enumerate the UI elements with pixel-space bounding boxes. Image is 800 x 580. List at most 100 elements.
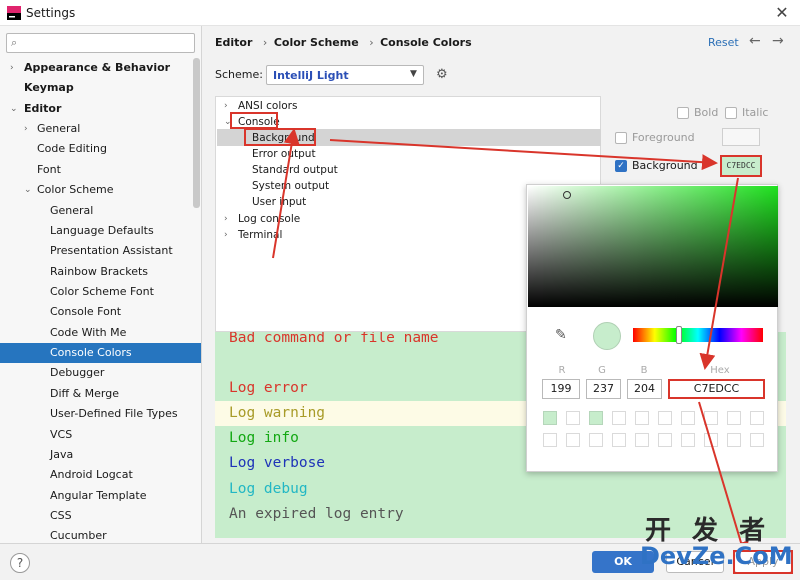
help-icon[interactable]: ? bbox=[10, 553, 30, 573]
sidebar-item[interactable]: › General bbox=[0, 119, 201, 139]
sidebar-item-label: Language Defaults bbox=[50, 224, 154, 237]
recent-color-swatch[interactable] bbox=[543, 433, 557, 447]
sidebar-item[interactable]: Code With Me bbox=[0, 323, 201, 343]
forward-arrow-icon[interactable]: → bbox=[772, 33, 784, 49]
recent-color-swatch[interactable] bbox=[681, 433, 695, 447]
hex-input[interactable]: C7EDCC bbox=[668, 379, 765, 399]
sidebar-item-label: VCS bbox=[50, 428, 73, 441]
sidebar-item[interactable]: User-Defined File Types bbox=[0, 404, 201, 424]
hue-slider-knob[interactable] bbox=[676, 326, 682, 344]
sidebar-item[interactable]: Angular Template bbox=[0, 486, 201, 506]
recent-color-swatch[interactable] bbox=[750, 433, 764, 447]
r-label: R bbox=[558, 365, 566, 376]
recent-color-swatch[interactable] bbox=[704, 433, 718, 447]
sidebar-item[interactable]: › Appearance & Behavior bbox=[0, 58, 201, 78]
sidebar-item[interactable]: Cucumber bbox=[0, 526, 201, 543]
breadcrumb-editor[interactable]: Editor bbox=[215, 36, 252, 49]
tree-item[interactable]: Background bbox=[252, 130, 315, 146]
sidebar-item[interactable]: Rainbow Brackets bbox=[0, 262, 201, 282]
chevron-right-icon[interactable]: › bbox=[24, 119, 28, 139]
g-input[interactable]: 237 bbox=[586, 379, 621, 399]
recent-color-swatch[interactable] bbox=[727, 411, 741, 425]
hue-slider[interactable] bbox=[633, 328, 763, 342]
pipette-icon[interactable]: ✎ bbox=[555, 327, 567, 343]
foreground-color-swatch[interactable] bbox=[722, 128, 760, 146]
chevron-down-icon[interactable]: ⌄ bbox=[10, 99, 18, 119]
chevron-down-icon[interactable]: ⌄ bbox=[24, 180, 32, 200]
sidebar-item-label: Debugger bbox=[50, 366, 105, 379]
sidebar-item[interactable]: Presentation Assistant bbox=[0, 241, 201, 261]
tree-item[interactable]: User input bbox=[252, 194, 306, 210]
back-arrow-icon[interactable]: ← bbox=[749, 33, 761, 49]
b-input[interactable]: 204 bbox=[627, 379, 662, 399]
sidebar-item-label: Cucumber bbox=[50, 529, 107, 542]
recent-color-swatch[interactable] bbox=[704, 411, 718, 425]
sidebar-item-label: Code With Me bbox=[50, 326, 127, 339]
recent-color-swatch[interactable] bbox=[589, 433, 603, 447]
sidebar-item-label: CSS bbox=[50, 509, 72, 522]
tree-item[interactable]: › Log console bbox=[224, 211, 300, 227]
recent-color-swatch[interactable] bbox=[681, 411, 695, 425]
recent-color-swatch[interactable] bbox=[635, 433, 649, 447]
tree-item[interactable]: › Terminal bbox=[224, 227, 282, 243]
sidebar-item[interactable]: ⌄ Color Scheme bbox=[0, 180, 201, 200]
sidebar-item[interactable]: Keymap bbox=[0, 78, 201, 98]
sidebar-item[interactable]: ⌄ Editor bbox=[0, 99, 201, 119]
preview-line: Log debug bbox=[229, 481, 308, 497]
b-label: B bbox=[640, 365, 648, 376]
sidebar-item[interactable]: Debugger bbox=[0, 363, 201, 383]
recent-color-swatch[interactable] bbox=[589, 411, 603, 425]
recent-color-swatch[interactable] bbox=[543, 411, 557, 425]
background-color-swatch[interactable]: C7EDCC bbox=[720, 155, 762, 177]
recent-color-swatch[interactable] bbox=[612, 433, 626, 447]
sidebar-item-label: General bbox=[50, 204, 94, 217]
breadcrumb-color-scheme[interactable]: Color Scheme bbox=[274, 36, 359, 49]
sidebar-item[interactable]: Code Editing bbox=[0, 139, 201, 159]
sidebar-item[interactable]: Color Scheme Font bbox=[0, 282, 201, 302]
chevron-right-icon[interactable]: › bbox=[224, 98, 228, 114]
italic-label: Italic bbox=[742, 106, 769, 119]
recent-color-swatch[interactable] bbox=[566, 411, 580, 425]
sidebar-item[interactable]: Java bbox=[0, 445, 201, 465]
chevron-right-icon[interactable]: › bbox=[224, 227, 228, 243]
tree-item[interactable]: Error output bbox=[252, 146, 316, 162]
foreground-checkbox[interactable] bbox=[615, 132, 627, 144]
recent-color-swatch[interactable] bbox=[727, 433, 741, 447]
sidebar-item[interactable]: General bbox=[0, 201, 201, 221]
italic-checkbox[interactable] bbox=[725, 107, 737, 119]
sidebar-item-label: Color Scheme bbox=[37, 183, 114, 196]
tree-item[interactable]: › ANSI colors bbox=[224, 98, 297, 114]
sidebar-item[interactable]: VCS bbox=[0, 425, 201, 445]
search-icon: ⌕ bbox=[11, 36, 18, 49]
recent-color-swatch[interactable] bbox=[750, 411, 764, 425]
color-handle[interactable] bbox=[563, 191, 571, 199]
bold-checkbox[interactable] bbox=[677, 107, 689, 119]
reset-link[interactable]: Reset bbox=[708, 36, 739, 49]
chevron-down-icon[interactable]: ⌄ bbox=[224, 114, 232, 130]
sidebar-item[interactable]: Console Font bbox=[0, 302, 201, 322]
saturation-brightness-area[interactable] bbox=[528, 186, 778, 307]
background-checkbox[interactable]: ✓ bbox=[615, 160, 627, 172]
sidebar-item[interactable]: Diff & Merge bbox=[0, 384, 201, 404]
tree-item[interactable]: System output bbox=[252, 178, 329, 194]
r-input[interactable]: 199 bbox=[542, 379, 580, 399]
sidebar-scrollbar[interactable] bbox=[193, 58, 200, 208]
recent-color-swatch[interactable] bbox=[566, 433, 580, 447]
recent-color-swatch[interactable] bbox=[635, 411, 649, 425]
tree-item[interactable]: Standard output bbox=[252, 162, 338, 178]
recent-color-swatch[interactable] bbox=[612, 411, 626, 425]
recent-color-swatch[interactable] bbox=[658, 411, 672, 425]
tree-item[interactable]: ⌄ Console bbox=[224, 114, 280, 130]
sidebar-item[interactable]: Console Colors bbox=[0, 343, 201, 363]
recent-color-swatch[interactable] bbox=[658, 433, 672, 447]
sidebar-item[interactable]: Android Logcat bbox=[0, 465, 201, 485]
sidebar-item[interactable]: Language Defaults bbox=[0, 221, 201, 241]
chevron-right-icon[interactable]: › bbox=[224, 211, 228, 227]
close-icon[interactable]: ✕ bbox=[772, 3, 792, 23]
search-input[interactable]: ⌕ bbox=[6, 33, 195, 53]
gear-icon[interactable]: ⚙ bbox=[436, 67, 448, 82]
chevron-right-icon[interactable]: › bbox=[10, 58, 14, 78]
scheme-dropdown[interactable]: IntelliJ Light ▼ bbox=[266, 65, 424, 85]
sidebar-item[interactable]: Font bbox=[0, 160, 201, 180]
sidebar-item[interactable]: CSS bbox=[0, 506, 201, 526]
